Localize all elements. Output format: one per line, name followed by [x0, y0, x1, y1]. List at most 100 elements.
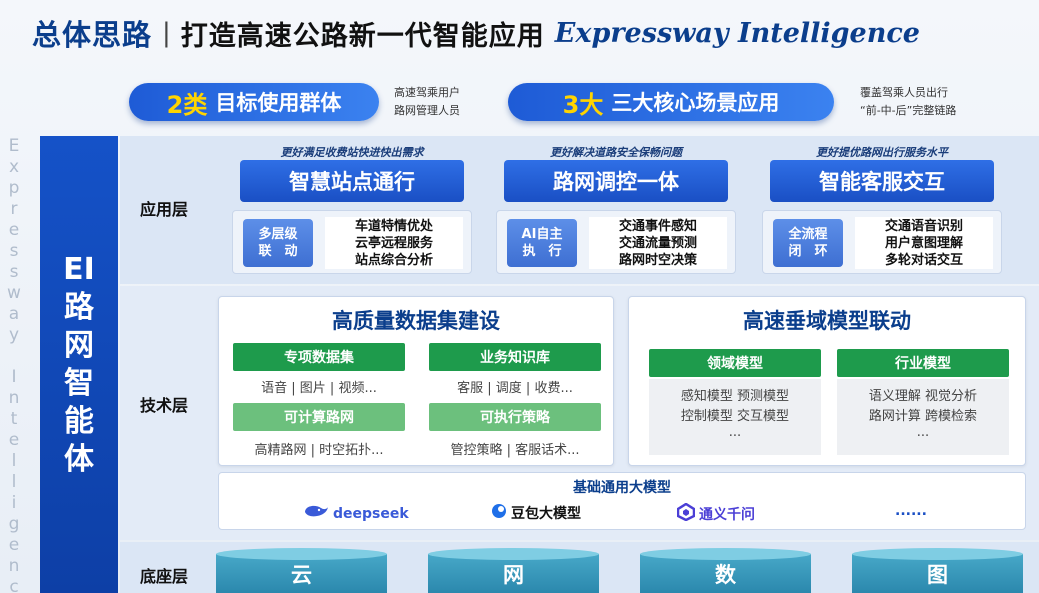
logo-label: 通义千问: [699, 507, 755, 523]
app-tag-line: 全流程: [788, 227, 828, 242]
data-tag-desc: 高精路网 | 时空拓扑...: [254, 443, 384, 458]
tongyi-logo: 通义千问: [676, 502, 755, 525]
layer-label-app: 应用层: [140, 200, 189, 219]
base-model-panel: 基础通用大模型 deepseek 豆包大模型 通义千问 ......: [218, 472, 1026, 530]
vertical-letter: w: [7, 283, 21, 303]
model-line: 感知模型 预测模型: [680, 389, 790, 404]
foundation-label: 云: [291, 562, 312, 587]
side-title-bar: EI 路网智能体: [40, 136, 118, 593]
vertical-letter: a: [8, 304, 20, 324]
banner-text: 三大核心场景应用: [611, 91, 780, 115]
doubao-icon: [491, 503, 507, 523]
app-card-service: 更好提优路网出行服务水平 智能客服交互 全流程 闭 环 交通语音识别 用户意图理…: [762, 140, 1002, 275]
side-title-char: 智: [64, 365, 94, 401]
vertical-letter: l: [11, 472, 17, 492]
base-model-title: 基础通用大模型: [573, 480, 671, 496]
title-main: 总体思路: [32, 18, 153, 52]
banner-note-line: 覆盖驾乘人员出行: [860, 86, 948, 99]
foundation-cloud: 云: [216, 548, 387, 593]
model-line: ...: [728, 425, 742, 440]
vertical-letter: e: [8, 220, 20, 240]
data-tag: 可执行策略: [429, 403, 601, 431]
vertical-letter: r: [10, 199, 18, 219]
banner-core-scenarios: 3大 三大核心场景应用: [508, 83, 834, 121]
doubao-logo: 豆包大模型: [491, 503, 581, 523]
data-panel-title: 高质量数据集建设: [332, 309, 500, 333]
model-line: ...: [916, 425, 930, 440]
app-body: AI自主 执 行 交通事件感知 交通流量预测 路网时空决策: [496, 210, 736, 274]
data-tag: 可计算路网: [233, 403, 405, 431]
foundation-label: 图: [927, 562, 948, 587]
title-sub: 打造高速公路新一代智能应用: [180, 20, 545, 52]
app-tag-line: 执 行: [522, 244, 562, 259]
more-models: ......: [895, 503, 927, 519]
app-tag-line: 多层级: [258, 227, 298, 242]
data-tag: 业务知识库: [429, 343, 601, 371]
data-tag-desc: 管控策略 | 客服话术...: [450, 443, 580, 458]
foundation-data: 数: [640, 548, 811, 593]
banner-number: 2类: [166, 90, 208, 119]
app-tag: 全流程 闭 环: [773, 219, 843, 267]
app-card-network: 更好解决道路安全保畅问题 路网调控一体 AI自主 执 行 交通事件感知 交通流量…: [496, 140, 736, 275]
vertical-letter: n: [8, 388, 20, 408]
deepseek-logo: deepseek: [303, 503, 409, 525]
app-items: 交通语音识别 用户意图理解 多轮对话交互: [855, 217, 993, 269]
vertical-letter: n: [8, 556, 20, 576]
vertical-english-text: Expressway Intelligence: [0, 136, 28, 593]
model-group-label: 领域模型: [649, 349, 821, 377]
vertical-letter: s: [9, 241, 19, 261]
app-item: 交通语音识别: [884, 218, 963, 234]
app-tag-line: 闭 环: [788, 244, 828, 259]
app-item: 用户意图理解: [884, 235, 963, 251]
vertical-letter: I: [11, 367, 17, 387]
model-panel: 高速垂域模型联动 领域模型 行业模型 感知模型 预测模型 控制模型 交互模型 .…: [628, 296, 1026, 466]
vertical-letter: t: [10, 409, 18, 429]
app-item: 路网时空决策: [618, 252, 697, 268]
vertical-letter: [11, 346, 16, 367]
app-items: 交通事件感知 交通流量预测 路网时空决策: [589, 217, 727, 269]
app-caption: 更好提优路网出行服务水平: [816, 146, 948, 159]
whale-icon: [303, 503, 329, 525]
layer-label-base: 底座层: [140, 567, 189, 586]
tongyi-icon: [676, 502, 696, 525]
vertical-letter: c: [9, 577, 19, 593]
banner-note-line: 高速驾乘用户: [394, 86, 460, 99]
vertical-letter: x: [8, 157, 20, 177]
vertical-letter: p: [8, 178, 20, 198]
banner-note-line: “前-中-后”完整链路: [860, 104, 957, 117]
page-title: 总体思路 | 打造高速公路新一代智能应用 Expressway Intellig…: [0, 0, 1039, 66]
foundation-label: 网: [503, 562, 524, 587]
vertical-letter: y: [8, 325, 20, 345]
side-title-char: 网: [64, 327, 94, 363]
model-group-label: 行业模型: [837, 349, 1009, 377]
vertical-letter: g: [8, 514, 20, 534]
model-line: 语义理解 视觉分析: [868, 389, 978, 404]
app-body: 全流程 闭 环 交通语音识别 用户意图理解 多轮对话交互: [762, 210, 1002, 274]
side-title-char: 能: [64, 403, 94, 439]
app-items: 车道特情优处 云亭远程服务 站点综合分析: [325, 217, 463, 269]
model-line: 路网计算 跨模检索: [868, 409, 978, 424]
app-title: 智能客服交互: [770, 160, 994, 202]
app-card-station: 更好满足收费站快进快出需求 智慧站点通行 多层级 联 动 车道特情优处 云亭远程…: [232, 140, 472, 275]
app-item: 站点综合分析: [354, 252, 433, 268]
app-caption: 更好解决道路安全保畅问题: [550, 146, 682, 159]
model-panel-title: 高速垂域模型联动: [743, 309, 911, 333]
foundation-graph: 图: [852, 548, 1023, 593]
app-item: 交通事件感知: [618, 218, 697, 234]
data-tag-desc: 客服 | 调度 | 收费...: [457, 381, 573, 396]
logo-label: 豆包大模型: [511, 506, 581, 522]
side-title-char: 路: [64, 289, 94, 325]
app-item: 多轮对话交互: [884, 252, 963, 268]
app-tag: AI自主 执 行: [507, 219, 577, 267]
vertical-letter: E: [8, 136, 20, 156]
data-tag-desc: 语音 | 图片 | 视频...: [261, 381, 377, 396]
title-separator: |: [162, 18, 171, 48]
vertical-letter: i: [11, 493, 17, 513]
banner-text: 目标使用群体: [215, 91, 342, 115]
app-caption: 更好满足收费站快进快出需求: [280, 146, 424, 159]
logo-label: deepseek: [333, 506, 409, 522]
app-item: 交通流量预测: [618, 235, 697, 251]
banner-note: 覆盖驾乘人员出行 “前-中-后”完整链路: [860, 84, 956, 120]
foundation-label: 数: [715, 562, 736, 587]
data-tag: 专项数据集: [233, 343, 405, 371]
